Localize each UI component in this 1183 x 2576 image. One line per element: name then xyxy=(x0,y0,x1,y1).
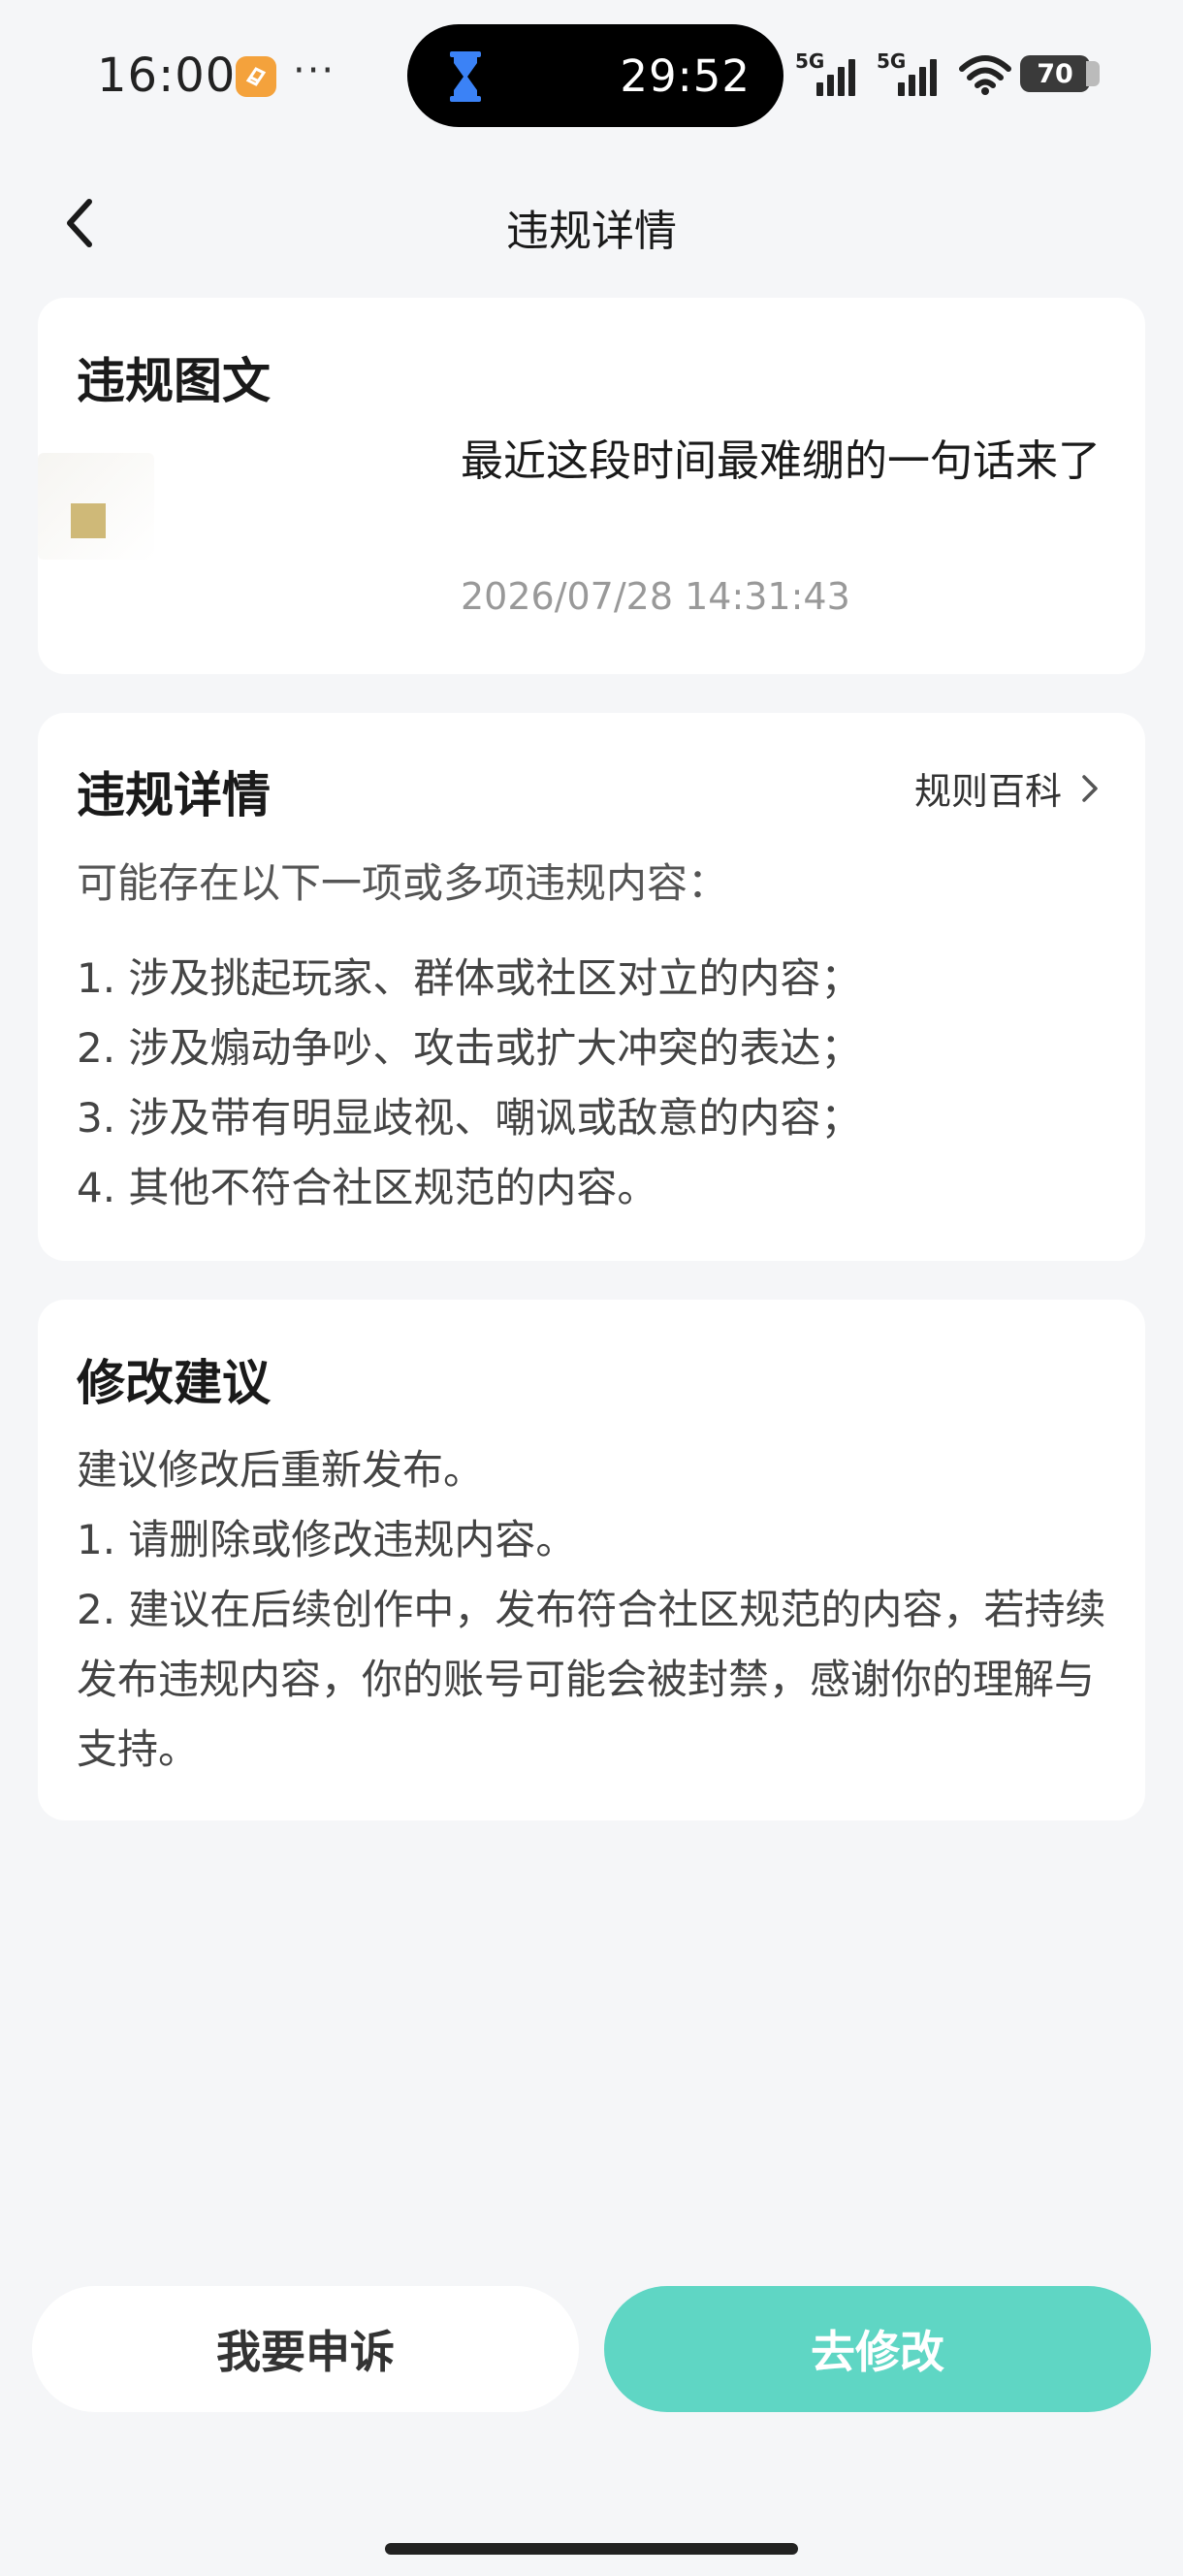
thumbnail-image xyxy=(71,503,106,538)
list-item: 3. 涉及带有明显歧视、嘲讽或敌意的内容； xyxy=(77,1094,862,1142)
battery-icon: 70 xyxy=(1020,55,1100,92)
section-heading: 违规详情 xyxy=(77,767,271,823)
violating-post-card: 违规图文 最近这段时间最难绷的一句话来了 2026/07/28 14:31:43 xyxy=(38,298,1145,674)
post-title[interactable]: 最近这段时间最难绷的一句话来了 xyxy=(461,434,1120,490)
list-item: 4. 其他不符合社区规范的内容。 xyxy=(77,1164,658,1211)
list-item: 建议修改后重新发布。 xyxy=(77,1446,485,1494)
cellular-signal-icon: 5G xyxy=(795,49,869,98)
chevron-right-icon xyxy=(1082,774,1098,802)
section-heading: 修改建议 xyxy=(77,1355,271,1411)
edit-button[interactable]: 去修改 xyxy=(604,2286,1151,2412)
battery-level: 70 xyxy=(1037,58,1073,89)
cellular-signal-icon: 5G xyxy=(877,49,950,98)
rules-wiki-link[interactable]: 规则百科 xyxy=(914,761,1101,815)
list-item: 2. 建议在后续创作中，发布符合社区规范的内容，若持续发布违规内容，你的账号可能… xyxy=(77,1586,1106,1773)
section-heading: 违规图文 xyxy=(77,353,271,409)
home-indicator[interactable] xyxy=(385,2543,798,2555)
violation-details-card: 违规详情 规则百科 可能存在以下一项或多项违规内容： 1. 涉及挑起玩家、群体或… xyxy=(38,713,1145,1261)
nav-header: 违规详情 xyxy=(0,184,1183,262)
page-title: 违规详情 xyxy=(506,207,677,256)
post-timestamp: 2026/07/28 14:31:43 xyxy=(461,575,850,618)
rules-wiki-label: 规则百科 xyxy=(913,770,1062,813)
violation-list: 1. 涉及挑起玩家、群体或社区对立的内容； 2. 涉及煽动争吵、攻击或扩大冲突的… xyxy=(77,944,861,1223)
list-item: 2. 涉及煽动争吵、攻击或扩大冲突的表达； xyxy=(77,1024,862,1072)
more-notifications-icon: ··· xyxy=(293,48,336,93)
post-thumbnail[interactable] xyxy=(38,453,154,560)
status-time: 16:00 xyxy=(97,48,237,103)
app-notification-icon xyxy=(236,56,276,97)
dynamic-island[interactable]: 29:52 xyxy=(407,24,783,127)
appeal-button[interactable]: 我要申诉 xyxy=(32,2286,579,2412)
wifi-icon xyxy=(959,55,1011,95)
countdown-timer: 29:52 xyxy=(620,50,751,102)
status-bar: 16:00 ··· 29:52 5G 5G 70 xyxy=(0,0,1183,145)
list-item: 1. 请删除或修改违规内容。 xyxy=(77,1516,577,1563)
list-item: 1. 涉及挑起玩家、群体或社区对立的内容； xyxy=(77,954,862,1002)
violation-intro: 可能存在以下一项或多项违规内容： xyxy=(77,859,729,907)
suggestions-card: 修改建议 建议修改后重新发布。 1. 请删除或修改违规内容。 2. 建议在后续创… xyxy=(38,1300,1145,1820)
hourglass-icon xyxy=(450,51,481,102)
status-indicators: 5G 5G 70 xyxy=(795,47,1100,101)
suggestion-list: 建议修改后重新发布。 1. 请删除或修改违规内容。 2. 建议在后续创作中，发布… xyxy=(77,1435,1124,1785)
